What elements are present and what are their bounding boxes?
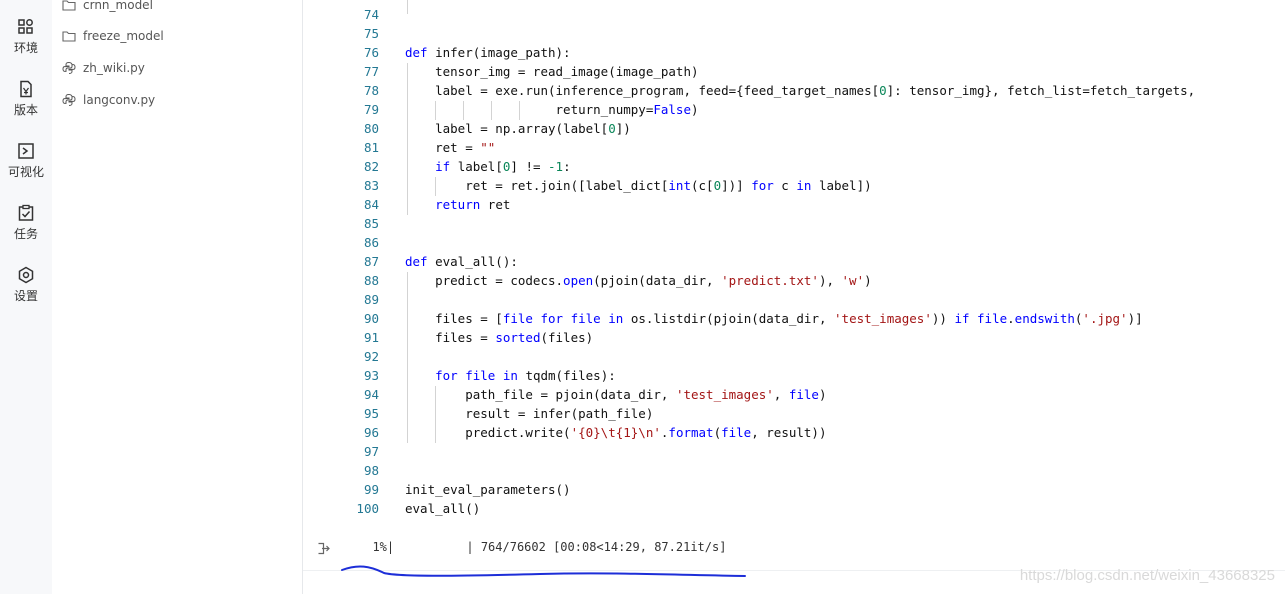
file-tree: crnn_model freeze_model zh_wiki.py langc… bbox=[52, 0, 303, 594]
line-number: 91 bbox=[363, 330, 379, 345]
file-item[interactable]: crnn_model bbox=[62, 0, 153, 15]
line-number: 93 bbox=[363, 368, 379, 383]
line-number: 77 bbox=[363, 64, 379, 79]
code-text: eval_all() bbox=[405, 501, 481, 516]
file-item[interactable]: zh_wiki.py bbox=[62, 58, 145, 78]
code-text: predict = codecs.open(pjoin(data_dir, 'p… bbox=[405, 273, 872, 288]
output-arrow-icon[interactable] bbox=[317, 542, 330, 558]
line-number: 80 bbox=[363, 121, 379, 136]
line-number: 74 bbox=[363, 7, 379, 22]
line-number: 86 bbox=[363, 235, 379, 250]
rail-item-version[interactable]: 版本 bbox=[0, 80, 52, 118]
code-text: for file in tqdm(files): bbox=[435, 368, 616, 383]
line-number: 96 bbox=[363, 425, 379, 440]
line-number: 92 bbox=[363, 349, 379, 364]
code-text: files = [file for file in os.listdir(pjo… bbox=[405, 311, 1143, 326]
code-text: path_file = pjoin(data_dir, 'test_images… bbox=[405, 387, 827, 402]
python-file-icon bbox=[62, 93, 76, 107]
code-text: init_eval_parameters() bbox=[405, 482, 571, 497]
file-item[interactable]: freeze_model bbox=[62, 26, 164, 46]
code-text: if label[0] != -1: bbox=[435, 159, 571, 174]
settings-icon bbox=[0, 266, 52, 284]
folder-icon bbox=[62, 0, 76, 12]
line-number: 75 bbox=[363, 26, 379, 41]
code-text: predict.write('{0}\t{1}\n'.format(file, … bbox=[405, 425, 827, 440]
code-text: ret = ret.join([label_dict[int(c[0])] fo… bbox=[405, 178, 872, 193]
line-number: 78 bbox=[363, 83, 379, 98]
file-name: freeze_model bbox=[83, 29, 164, 43]
line-number: 82 bbox=[363, 159, 379, 174]
progress-output-text: 1%| | 764/76602 [00:08<14:29, 87.21it/s] bbox=[358, 540, 727, 554]
indent-guide bbox=[407, 0, 408, 14]
line-number: 99 bbox=[363, 482, 379, 497]
file-name: crnn_model bbox=[83, 0, 153, 12]
line-number: 79 bbox=[363, 102, 379, 117]
code-text: label = np.array(label[0]) bbox=[405, 121, 631, 136]
line-number: 81 bbox=[363, 140, 379, 155]
code-text: return_numpy=False) bbox=[405, 102, 699, 117]
visualization-icon bbox=[0, 142, 52, 160]
file-name: zh_wiki.py bbox=[83, 61, 145, 75]
rail-label-visualization: 可视化 bbox=[7, 165, 44, 179]
python-file-icon bbox=[62, 61, 76, 75]
cell-output: 1%| | 764/76602 [00:08<14:29, 87.21it/s] bbox=[303, 536, 1285, 562]
rail-label-settings: 设置 bbox=[13, 289, 38, 303]
file-name: langconv.py bbox=[83, 93, 156, 107]
rail-label-task: 任务 bbox=[13, 227, 38, 241]
code-text: result = infer(path_file) bbox=[405, 406, 654, 421]
task-icon bbox=[0, 204, 52, 222]
code-text: def infer(image_path): bbox=[405, 45, 571, 60]
handwritten-underline bbox=[341, 565, 746, 577]
code-text: files = sorted(files) bbox=[405, 330, 594, 345]
code-editor[interactable]: 74 75 76 def infer(image_path): 77 tensor_im… bbox=[303, 0, 1285, 594]
rail-item-task[interactable]: 任务 bbox=[0, 204, 52, 242]
line-number: 90 bbox=[363, 311, 379, 326]
file-item[interactable]: langconv.py bbox=[62, 90, 155, 110]
watermark: https://blog.csdn.net/weixin_43668325 bbox=[1019, 567, 1275, 584]
rail-item-settings[interactable]: 设置 bbox=[0, 266, 52, 304]
rail-item-environment[interactable]: 环境 bbox=[0, 18, 52, 56]
version-icon bbox=[0, 80, 52, 98]
code-text: def eval_all(): bbox=[405, 254, 518, 269]
environment-icon bbox=[0, 18, 52, 36]
line-number: 84 bbox=[363, 197, 379, 212]
line-number: 85 bbox=[363, 216, 379, 231]
line-number: 100 bbox=[356, 501, 379, 516]
line-number: 98 bbox=[363, 463, 379, 478]
left-rail: 环境 版本 可视化 任务 设置 bbox=[0, 0, 53, 594]
code-text: ret = "" bbox=[405, 140, 496, 155]
folder-icon bbox=[62, 29, 76, 43]
line-number: 88 bbox=[363, 273, 379, 288]
line-number: 95 bbox=[363, 406, 379, 421]
rail-label-environment: 环境 bbox=[13, 41, 38, 55]
rail-item-visualization[interactable]: 可视化 bbox=[0, 142, 52, 180]
code-text: label = exe.run(inference_program, feed=… bbox=[405, 83, 1196, 98]
code-text: tensor_img = read_image(image_path) bbox=[405, 64, 699, 79]
line-number: 83 bbox=[363, 178, 379, 193]
line-number: 76 bbox=[363, 45, 379, 60]
line-number: 97 bbox=[363, 444, 379, 459]
code-text: return ret bbox=[435, 197, 511, 212]
line-number: 89 bbox=[363, 292, 379, 307]
line-number: 87 bbox=[363, 254, 379, 269]
line-number: 94 bbox=[363, 387, 379, 402]
rail-label-version: 版本 bbox=[13, 103, 38, 117]
